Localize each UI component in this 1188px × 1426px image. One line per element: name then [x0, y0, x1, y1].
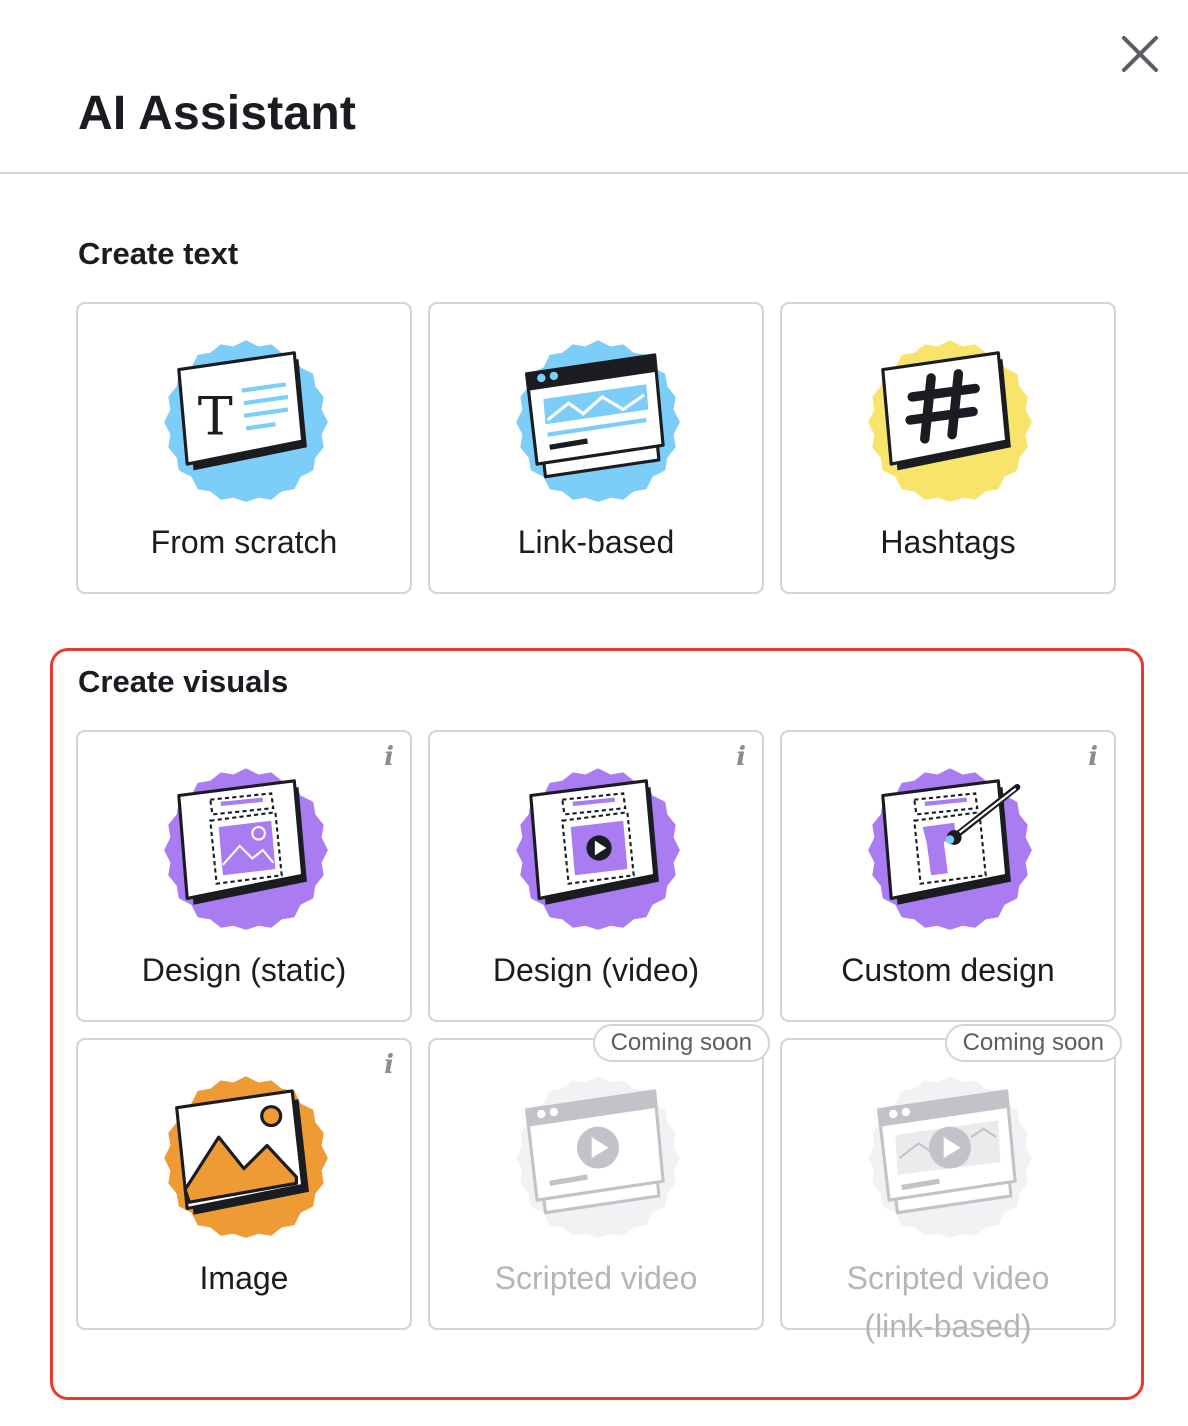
browser-link-icon [516, 340, 680, 502]
info-icon[interactable]: i [384, 1050, 394, 1080]
link-based-card[interactable]: Link-based [428, 302, 764, 594]
scripted-video-link-card: Coming soon Scripted video (link-based) [780, 1024, 1122, 1344]
from-scratch-card[interactable]: T From scratch [76, 302, 412, 594]
image-card[interactable]: i Image [76, 1038, 412, 1330]
card-label: Scripted video [494, 1260, 698, 1296]
close-icon [1122, 36, 1158, 72]
info-icon[interactable]: i [1088, 742, 1098, 772]
card-label: Custom design [841, 952, 1055, 988]
card-label: Link-based [517, 524, 675, 560]
text-doc-icon: T [164, 340, 328, 502]
svg-text:T: T [198, 387, 233, 448]
design-video-icon [516, 768, 680, 930]
create-visuals-heading: Create visuals [78, 664, 289, 699]
create-text-heading: Create text [78, 236, 239, 271]
scripted-video-icon [516, 1076, 680, 1238]
card-label: Scripted video (link-based) [782, 1254, 1114, 1350]
scripted-video-link-icon [868, 1076, 1032, 1238]
hashtags-card[interactable]: Hashtags [780, 302, 1116, 594]
info-icon[interactable]: i [384, 742, 394, 772]
custom-design-card[interactable]: i Custom design [780, 730, 1116, 1022]
image-icon [164, 1076, 328, 1238]
close-button[interactable] [1114, 28, 1166, 80]
coming-soon-badge: Coming soon [944, 1024, 1122, 1062]
dialog-title: AI Assistant [78, 87, 357, 140]
card-label-line2: (link-based) [864, 1308, 1032, 1344]
card-label-line1: Scripted video [846, 1260, 1050, 1296]
design-static-icon [164, 768, 328, 930]
custom-design-icon [868, 768, 1032, 930]
hashtag-icon [868, 340, 1032, 502]
design-static-card[interactable]: i Design (static) [76, 730, 412, 1022]
dialog-header: AI Assistant [0, 0, 1188, 174]
scripted-video-card: Coming soon Scripted video [428, 1024, 770, 1330]
coming-soon-badge: Coming soon [592, 1024, 770, 1062]
card-label: Image [199, 1260, 289, 1296]
card-label: Hashtags [880, 524, 1016, 560]
card-label: Design (video) [492, 952, 700, 988]
card-label: From scratch [150, 524, 338, 560]
info-icon[interactable]: i [736, 742, 746, 772]
design-video-card[interactable]: i Design (video) [428, 730, 764, 1022]
card-label: Design (static) [141, 952, 347, 988]
